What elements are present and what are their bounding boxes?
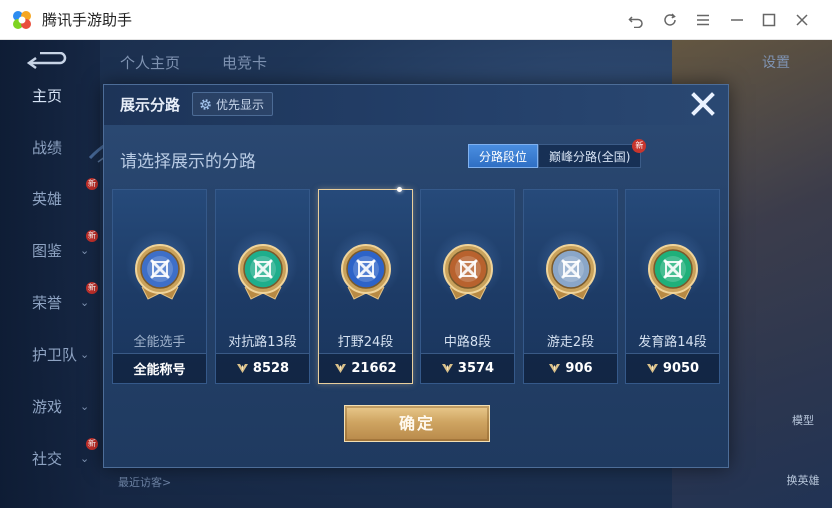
dialog-close-button[interactable] — [688, 89, 718, 119]
lane-card[interactable]: 游走2段 906 — [523, 189, 618, 384]
lane-card[interactable]: 打野24段 21662 — [318, 187, 413, 384]
menu-button[interactable] — [691, 8, 715, 32]
combat-power-icon — [646, 364, 658, 373]
lane-card-score: 8528 — [216, 353, 309, 383]
lane-card-score: 3574 — [421, 353, 514, 383]
nav-item-label: 游戏 — [32, 397, 63, 416]
new-badge: 新 — [632, 139, 647, 153]
allround-emblem-icon — [135, 244, 185, 300]
selection-sparkle — [397, 187, 402, 192]
nav-item-label: 英雄 — [32, 189, 63, 208]
recent-visitors-link[interactable]: 最近访客> — [118, 474, 171, 490]
confirm-button[interactable]: 确定 — [344, 405, 490, 442]
chevron-down-icon: ⌄ — [80, 295, 90, 309]
lane-card-list: 全能选手 全能称号 对抗路13段 8528 打野24段 21662 中路8段 3574 游走2段… — [112, 187, 722, 385]
chevron-down-icon: ⌄ — [80, 347, 90, 361]
lane-card[interactable]: 全能选手 全能称号 — [112, 189, 207, 384]
combat-power-icon — [236, 364, 248, 373]
emulator-titlebar: 腾讯手游助手 — [0, 0, 832, 40]
lane-card-label: 打野24段 — [337, 335, 394, 350]
undo-button[interactable] — [624, 8, 648, 32]
lane-card[interactable]: 发育路14段 9050 — [625, 189, 720, 384]
app-logo-icon — [13, 11, 31, 29]
lane-display-dialog: 展示分路 优先显示 请选择展示的分路 分路段位 巅峰分路(全国) 新 全能选手 … — [103, 84, 729, 468]
combat-power-icon — [335, 364, 347, 373]
lane-card-score-value: 全能称号 — [133, 363, 186, 378]
settings-link[interactable]: 设置 — [762, 52, 790, 72]
nav-item-label: 社交 — [32, 449, 63, 468]
new-badge: 新 — [86, 230, 98, 242]
priority-display-button[interactable]: 优先显示 — [192, 92, 274, 116]
undo-icon — [628, 16, 643, 28]
jungle-emblem-icon — [341, 244, 391, 300]
nav-item[interactable]: 英雄 新 — [0, 172, 100, 224]
gear-icon — [200, 98, 211, 110]
lane-card-score: 全能称号 — [113, 353, 206, 383]
priority-display-label: 优先显示 — [216, 97, 265, 112]
lane-card[interactable]: 对抗路13段 8528 — [215, 189, 310, 384]
lane-card-label: 对抗路13段 — [228, 335, 297, 350]
dialog-subtitle: 请选择展示的分路 — [120, 152, 256, 172]
lane-card-label: 发育路14段 — [638, 335, 707, 350]
game-screen: 主页 战绩 英雄新图鉴 ⌄ 新荣誉 ⌄ 新护卫队 ⌄ 游戏 ⌄ 社交 ⌄ 新 个人主页 电竞卡 设置 最… — [0, 40, 832, 508]
farm-lane-emblem-icon — [648, 244, 698, 300]
lane-card-score: 21662 — [319, 353, 412, 383]
dialog-header: 展示分路 优先显示 — [104, 85, 728, 125]
chevron-down-icon: ⌄ — [80, 243, 90, 257]
refresh-button[interactable] — [658, 8, 682, 32]
lane-card-score: 9050 — [626, 353, 719, 383]
lane-card-score-value: 3574 — [457, 361, 495, 376]
lane-card-label: 中路8段 — [443, 335, 492, 350]
lane-card-score-value: 21662 — [351, 361, 397, 376]
maximize-button[interactable] — [757, 8, 781, 32]
nav-item-label: 战绩 — [32, 138, 63, 157]
tab-esports-card[interactable]: 电竞卡 — [222, 52, 267, 73]
close-icon — [691, 92, 715, 116]
lane-card[interactable]: 中路8段 3574 — [420, 189, 515, 384]
nav-item[interactable]: 战绩 — [0, 121, 100, 173]
nav-item[interactable]: 游戏 ⌄ — [0, 380, 100, 432]
chevron-down-icon: ⌄ — [80, 451, 90, 465]
refresh-icon — [664, 13, 676, 26]
combat-power-icon — [441, 364, 453, 373]
nav-item[interactable]: 社交 ⌄ 新 — [0, 432, 100, 484]
nav-item[interactable]: 荣誉 ⌄ 新 — [0, 276, 100, 328]
close-window-button[interactable] — [790, 8, 814, 32]
lane-card-score-value: 9050 — [662, 361, 700, 376]
lane-card-score: 906 — [524, 353, 617, 383]
maximize-icon — [762, 13, 776, 27]
mid-lane-emblem-icon — [443, 244, 493, 300]
nav-item-label: 主页 — [32, 86, 63, 105]
nav-item-label: 护卫队 — [32, 345, 78, 364]
combat-power-icon — [549, 364, 561, 373]
nav-item-label: 荣誉 — [32, 293, 63, 312]
new-badge: 新 — [86, 438, 98, 450]
new-badge: 新 — [86, 282, 98, 294]
hamburger-menu-icon — [697, 14, 709, 26]
dialog-title: 展示分路 — [120, 96, 181, 114]
toggle-peak-lane-label: 巅峰分路(全国) — [549, 150, 631, 164]
nav-item[interactable]: 主页 — [0, 69, 100, 121]
lane-card-score-value: 906 — [565, 361, 593, 376]
minimize-button[interactable] — [725, 8, 749, 32]
nav-item[interactable]: 护卫队 ⌄ — [0, 328, 100, 380]
close-icon — [796, 14, 808, 26]
toggle-lane-rank[interactable]: 分路段位 — [468, 144, 539, 168]
lane-card-label: 全能选手 — [133, 335, 186, 350]
minimize-icon — [731, 19, 743, 21]
model-button[interactable]: 模型 — [786, 412, 820, 428]
clash-lane-emblem-icon — [238, 244, 288, 300]
nav-item-label: 图鉴 — [32, 241, 63, 260]
new-badge: 新 — [86, 178, 98, 190]
chevron-down-icon: ⌄ — [80, 399, 90, 413]
lane-card-label: 游走2段 — [546, 335, 595, 350]
lane-mode-toggle: 分路段位 巅峰分路(全国) 新 — [468, 139, 647, 168]
lane-card-score-value: 8528 — [252, 361, 290, 376]
nav-item[interactable]: 图鉴 ⌄ 新 — [0, 224, 100, 276]
tab-profile[interactable]: 个人主页 — [120, 52, 180, 73]
window-title: 腾讯手游助手 — [42, 11, 133, 29]
change-hero-button[interactable]: 换英雄 — [786, 472, 820, 488]
roam-emblem-icon — [546, 244, 596, 300]
toggle-peak-lane[interactable]: 巅峰分路(全国) 新 — [538, 139, 647, 168]
